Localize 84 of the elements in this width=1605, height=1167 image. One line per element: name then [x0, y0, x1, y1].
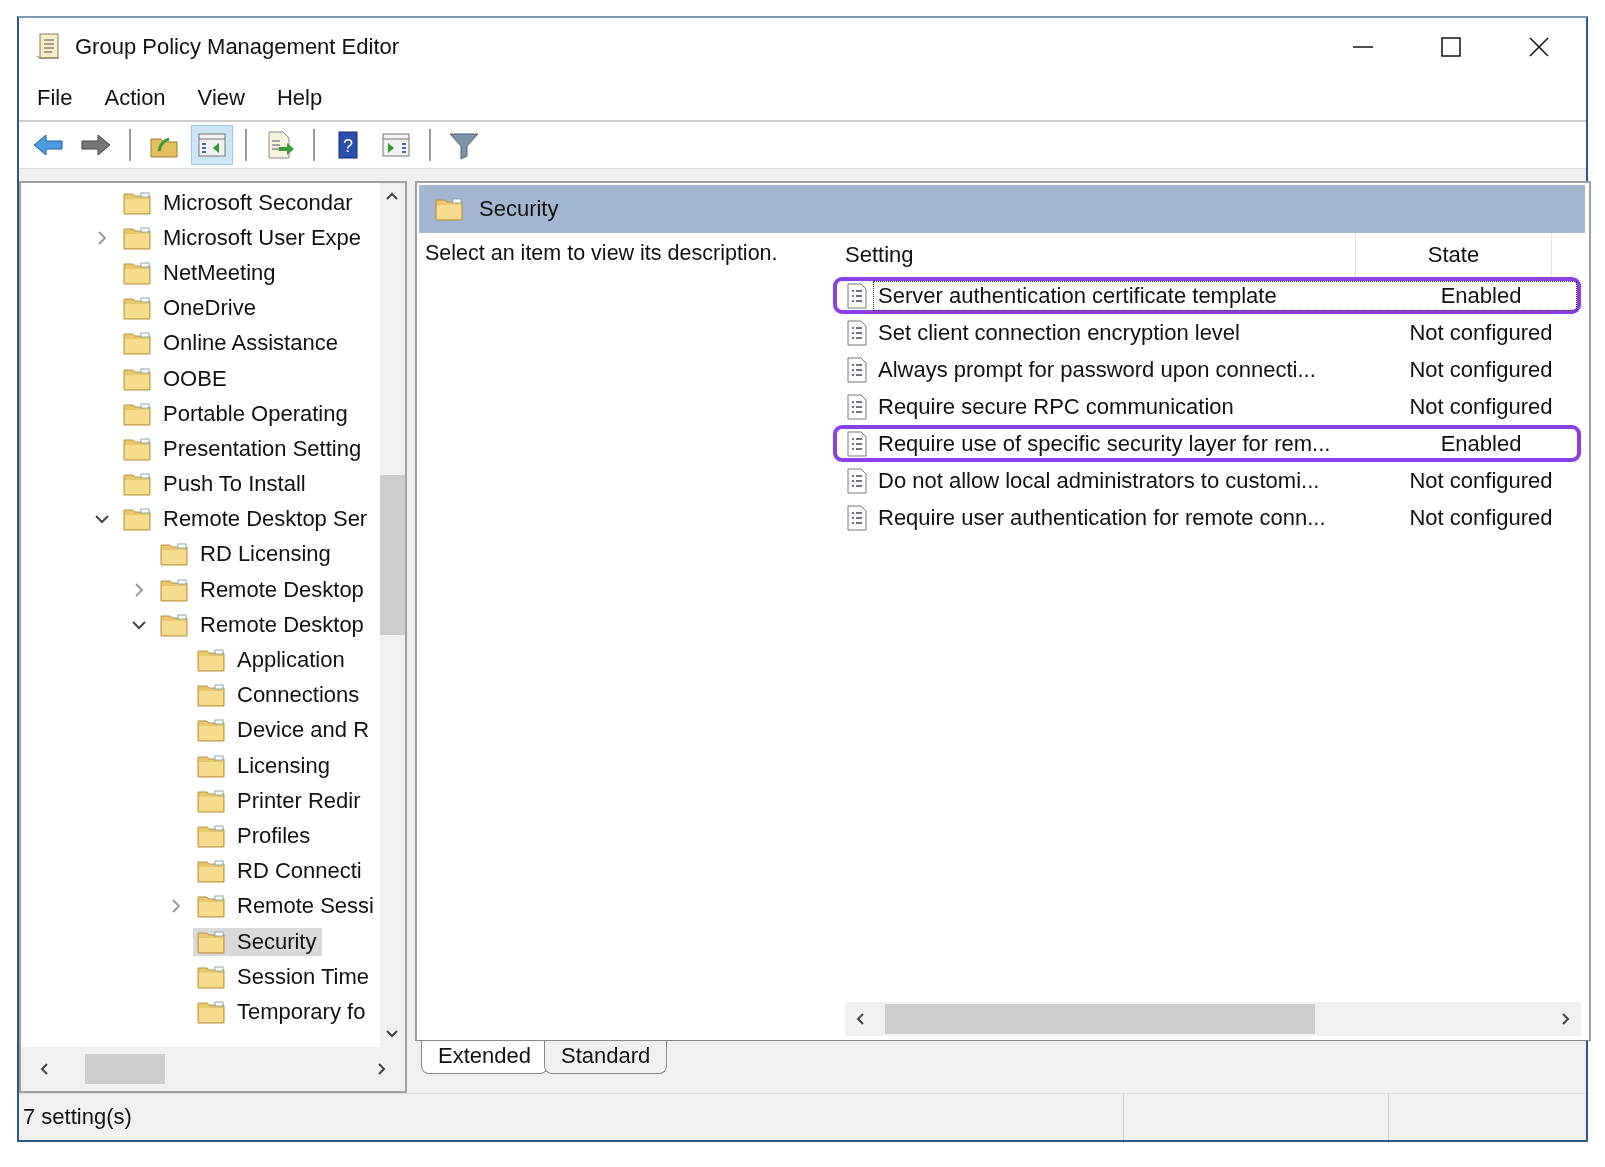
folder-icon	[123, 296, 151, 321]
folder-icon	[197, 683, 225, 708]
tree-item[interactable]: Session Time	[193, 962, 376, 991]
folder-icon	[123, 225, 151, 250]
tree-item[interactable]: Portable Operating	[119, 399, 354, 428]
folder-icon	[197, 999, 225, 1024]
menu-item[interactable]: Help	[276, 85, 323, 111]
folder-icon	[197, 788, 225, 813]
folder-icon	[197, 718, 225, 743]
scrollbar-thumb[interactable]	[379, 475, 405, 635]
folder-icon	[123, 331, 151, 356]
folder-icon	[197, 894, 225, 919]
tree-item[interactable]: Temporary fo	[193, 997, 372, 1026]
folder-icon	[197, 964, 225, 989]
tree-item[interactable]: NetMeeting	[119, 258, 282, 287]
tree-pane-icon[interactable]	[191, 125, 233, 165]
list-row[interactable]: Always prompt for password upon connecti... Not configured	[873, 354, 1577, 385]
tree-item[interactable]: Microsoft User Expe	[119, 223, 368, 252]
horizontal-scrollbar[interactable]	[845, 1002, 1581, 1036]
policy-setting-icon	[845, 319, 869, 346]
list-row[interactable]: Do not allow local administrators to customi... Not configured	[873, 465, 1577, 496]
tab[interactable]: Standard	[543, 1041, 668, 1074]
column-header[interactable]: State	[1356, 233, 1552, 277]
folder-icon	[197, 648, 225, 673]
tree-item[interactable]: Remote Sessi	[193, 892, 380, 921]
tree-item[interactable]: Connections	[193, 681, 366, 710]
folder-icon	[197, 823, 225, 848]
policy-setting-icon	[845, 467, 869, 494]
tree-item[interactable]: Remote Desktop	[156, 610, 370, 639]
scrollbar-thumb[interactable]	[85, 1054, 165, 1084]
close-icon[interactable]	[1528, 36, 1550, 58]
menu-item[interactable]: File	[37, 85, 73, 111]
tree-item[interactable]: Remote Desktop	[156, 575, 370, 604]
folder-icon	[123, 260, 151, 285]
list-row[interactable]: Require use of specific security layer for rem... Enabled	[873, 428, 1577, 459]
folder-icon	[197, 859, 225, 884]
folder-icon	[435, 197, 463, 221]
column-header[interactable]: Setting	[845, 233, 1356, 277]
folder-icon	[123, 190, 151, 215]
tree-item[interactable]: Device and R	[193, 716, 376, 745]
window-title: Group Policy Management Editor	[75, 34, 400, 60]
folder-title: Security	[479, 196, 559, 222]
tree-item[interactable]: Profiles	[193, 821, 317, 850]
folder-icon	[160, 577, 188, 602]
menu-item[interactable]: Action	[104, 85, 166, 111]
list-row[interactable]: Server authentication certificate template Enabled	[873, 280, 1577, 311]
tree-item[interactable]: Security	[193, 927, 323, 956]
list-row[interactable]: Require secure RPC communication Not configured	[873, 391, 1577, 422]
folder-icon	[123, 507, 151, 532]
policy-setting-icon	[845, 282, 869, 309]
tab[interactable]: Extended	[421, 1041, 548, 1074]
tree-item[interactable]: Licensing	[193, 751, 336, 780]
tree-item[interactable]: Remote Desktop Ser	[119, 505, 374, 534]
folder-icon	[197, 929, 225, 954]
policy-setting-icon	[845, 356, 869, 383]
policy-setting-icon	[845, 393, 869, 420]
tree-item[interactable]: Application	[193, 646, 351, 675]
folder-icon	[160, 612, 188, 637]
policy-setting-icon	[845, 504, 869, 531]
description-text: Select an item to view its description.	[425, 241, 778, 265]
menu-item[interactable]: View	[197, 85, 245, 111]
folder-icon	[123, 366, 151, 391]
folder-icon	[197, 753, 225, 778]
maximize-icon[interactable]	[1440, 36, 1462, 58]
tree-item[interactable]: RD Connecti	[193, 857, 368, 886]
tree-item[interactable]: OneDrive	[119, 294, 262, 323]
tree-item[interactable]: Presentation Setting	[119, 434, 368, 463]
folder-icon	[123, 401, 151, 426]
tree-item[interactable]: OOBE	[119, 364, 233, 393]
list-row[interactable]: Require user authentication for remote conn... Not configured	[873, 502, 1577, 533]
policy-setting-icon	[845, 430, 869, 457]
folder-icon	[123, 436, 151, 461]
tree-item[interactable]: Microsoft Secondar	[119, 188, 359, 217]
tree-item[interactable]: Push To Install	[119, 470, 312, 499]
horizontal-scrollbar[interactable]	[21, 1047, 405, 1091]
list-row[interactable]: Set client connection encryption level Not configured	[873, 317, 1577, 348]
tree-item[interactable]: RD Licensing	[156, 540, 337, 569]
folder-icon	[160, 542, 188, 567]
tree-item[interactable]: Printer Redir	[193, 786, 367, 815]
scrollbar-thumb[interactable]	[885, 1004, 1315, 1034]
status-text: 7 setting(s)	[22, 1104, 133, 1130]
tree-item[interactable]: Online Assistance	[119, 329, 344, 358]
folder-icon	[123, 472, 151, 497]
vertical-scrollbar[interactable]	[379, 183, 405, 1047]
